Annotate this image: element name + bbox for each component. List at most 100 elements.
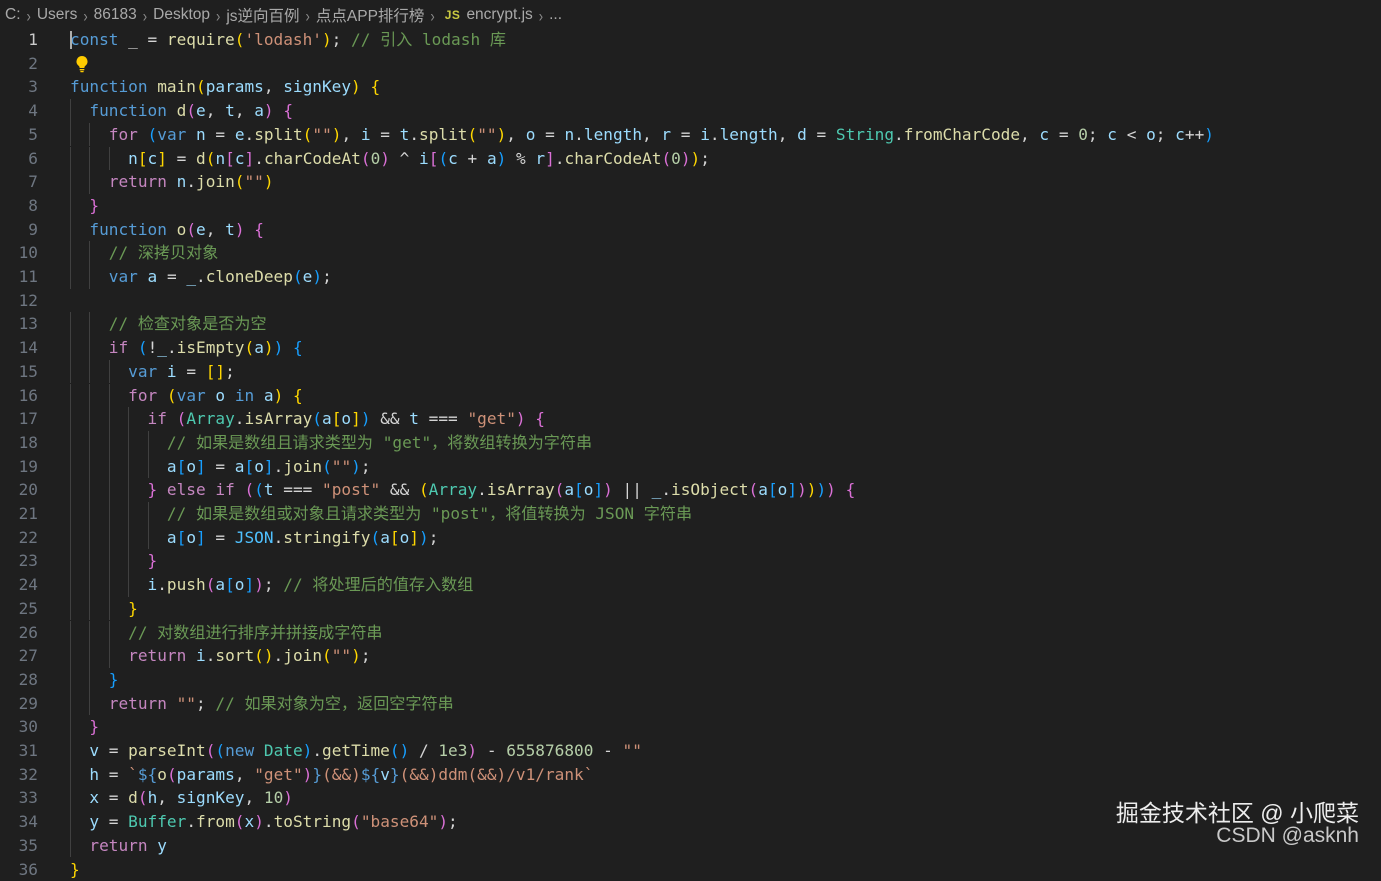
code-line[interactable]: 14 if (!_.isEmpty(a)) { <box>0 336 1381 360</box>
code-line[interactable]: 10 // 深拷贝对象 <box>0 241 1381 265</box>
code-token: = <box>99 765 128 784</box>
code-line[interactable]: 8 } <box>0 194 1381 218</box>
breadcrumb-item[interactable]: 点点APP排行榜 <box>316 4 425 26</box>
code-token: JSON <box>235 528 274 547</box>
code-line[interactable]: 4 function d(e, t, a) { <box>0 99 1381 123</box>
code-token: a <box>254 101 264 120</box>
code-token <box>254 386 264 405</box>
code-token: ( <box>293 267 303 286</box>
code-line[interactable]: 27 return i.sort().join(""); <box>0 644 1381 668</box>
code-token <box>70 836 89 855</box>
code-token: % <box>506 149 535 168</box>
code-token: n <box>196 125 206 144</box>
code-line[interactable]: 20 } else if ((t === "post" && (Array.is… <box>0 478 1381 502</box>
code-text: i.push(a[o]); // 将处理后的值存入数组 <box>70 573 473 597</box>
chevron-right-icon: › <box>430 5 434 25</box>
code-token: ( <box>468 125 478 144</box>
code-token: ( <box>254 480 264 499</box>
code-token: fromCharCode <box>904 125 1020 144</box>
code-token: ( <box>138 338 148 357</box>
code-token: . <box>274 528 284 547</box>
code-token: i <box>419 149 429 168</box>
code-token: if <box>215 480 234 499</box>
lightbulb-icon[interactable] <box>74 55 90 73</box>
code-line[interactable]: 32 h = `${o(params, "get")}(&&)${v}(&&)d… <box>0 763 1381 787</box>
breadcrumb-item[interactable]: Users <box>37 6 77 24</box>
code-token: { <box>293 386 303 405</box>
code-text: if (Array.isArray(a[o]) && t === "get") … <box>70 407 545 431</box>
code-line[interactable]: 24 i.push(a[o]); // 将处理后的值存入数组 <box>0 573 1381 597</box>
code-token: o <box>341 409 351 428</box>
code-token: a <box>322 409 332 428</box>
code-token: (&&) <box>322 765 361 784</box>
line-number: 17 <box>0 407 38 431</box>
code-line[interactable]: 19 a[o] = a[o].join(""); <box>0 455 1381 479</box>
code-token <box>70 694 109 713</box>
code-line[interactable]: 6 n[c] = d(n[c].charCodeAt(0) ^ i[(c + a… <box>0 147 1381 171</box>
code-line[interactable]: 5 for (var n = e.split(""), i = t.split(… <box>0 123 1381 147</box>
code-token: ; <box>448 812 458 831</box>
code-token: var <box>128 362 157 381</box>
breadcrumb-item[interactable]: 86183 <box>94 6 137 24</box>
code-token: = <box>99 812 128 831</box>
breadcrumb-file-name[interactable]: encrypt.js <box>466 6 532 24</box>
code-line[interactable]: 13 // 检查对象是否为空 <box>0 312 1381 336</box>
code-line[interactable]: 26 // 对数组进行排序并拼接成字符串 <box>0 621 1381 645</box>
code-token <box>167 694 177 713</box>
code-token: ! <box>148 338 158 357</box>
code-line[interactable]: 23 } <box>0 549 1381 573</box>
code-token: for <box>109 125 138 144</box>
code-token: main <box>157 77 196 96</box>
code-editor[interactable]: 1const _ = require('lodash'); // 引入 loda… <box>0 28 1381 867</box>
line-number: 13 <box>0 312 38 336</box>
code-token: // 如果是数组或对象且请求类型为 "post"，将值转换为 JSON 字符串 <box>167 504 692 523</box>
code-token: [ <box>225 575 235 594</box>
code-token <box>70 741 89 760</box>
code-line[interactable]: 36} <box>0 858 1381 881</box>
code-token: { <box>254 220 264 239</box>
code-line[interactable]: 28 } <box>0 668 1381 692</box>
code-line[interactable]: 25 } <box>0 597 1381 621</box>
code-line[interactable]: 2 <box>0 52 1381 76</box>
code-line[interactable]: 15 var i = []; <box>0 360 1381 384</box>
code-token: // 如果对象为空，返回空字符串 <box>215 694 453 713</box>
breadcrumb-item[interactable]: js逆向百例 <box>226 4 299 26</box>
code-token: . <box>574 125 584 144</box>
code-token <box>70 125 109 144</box>
code-line[interactable]: 21 // 如果是数组或对象且请求类型为 "post"，将值转换为 JSON 字… <box>0 502 1381 526</box>
code-token: = <box>535 125 564 144</box>
code-token: ( <box>235 30 245 49</box>
code-token <box>206 386 216 405</box>
code-token: o <box>186 528 196 547</box>
code-token <box>70 362 128 381</box>
code-line[interactable]: 11 var a = _.cloneDeep(e); <box>0 265 1381 289</box>
code-token <box>70 220 89 239</box>
code-line[interactable]: 1const _ = require('lodash'); // 引入 loda… <box>0 28 1381 52</box>
code-line[interactable]: 30 } <box>0 715 1381 739</box>
code-token: ( <box>148 125 158 144</box>
code-token: signKey <box>177 788 245 807</box>
breadcrumb-item[interactable]: Desktop <box>153 6 210 24</box>
code-token <box>70 149 128 168</box>
code-token: d <box>797 125 807 144</box>
code-line[interactable]: 29 return ""; // 如果对象为空，返回空字符串 <box>0 692 1381 716</box>
code-line[interactable]: 31 v = parseInt((new Date).getTime() / 1… <box>0 739 1381 763</box>
code-token <box>70 409 148 428</box>
breadcrumb-symbol[interactable]: ... <box>549 6 562 24</box>
code-line[interactable]: 18 // 如果是数组且请求类型为 "get"，将数组转换为字符串 <box>0 431 1381 455</box>
breadcrumb-item[interactable]: C: <box>5 6 21 24</box>
code-text: const _ = require('lodash'); // 引入 lodas… <box>70 28 506 52</box>
code-line[interactable]: 16 for (var o in a) { <box>0 384 1381 408</box>
code-token: ( <box>167 765 177 784</box>
code-line[interactable]: 9 function o(e, t) { <box>0 218 1381 242</box>
code-line[interactable]: 12 <box>0 289 1381 313</box>
code-token: = <box>206 528 235 547</box>
code-line[interactable]: 22 a[o] = JSON.stringify(a[o]); <box>0 526 1381 550</box>
code-line[interactable]: 7 return n.join("") <box>0 170 1381 194</box>
code-token: ( <box>206 741 216 760</box>
code-line[interactable]: 3function main(params, signKey) { <box>0 75 1381 99</box>
code-text: n[c] = d(n[c].charCodeAt(0) ^ i[(c + a) … <box>70 147 710 171</box>
code-line[interactable]: 17 if (Array.isArray(a[o]) && t === "get… <box>0 407 1381 431</box>
code-token: ( <box>351 812 361 831</box>
code-token <box>274 101 284 120</box>
